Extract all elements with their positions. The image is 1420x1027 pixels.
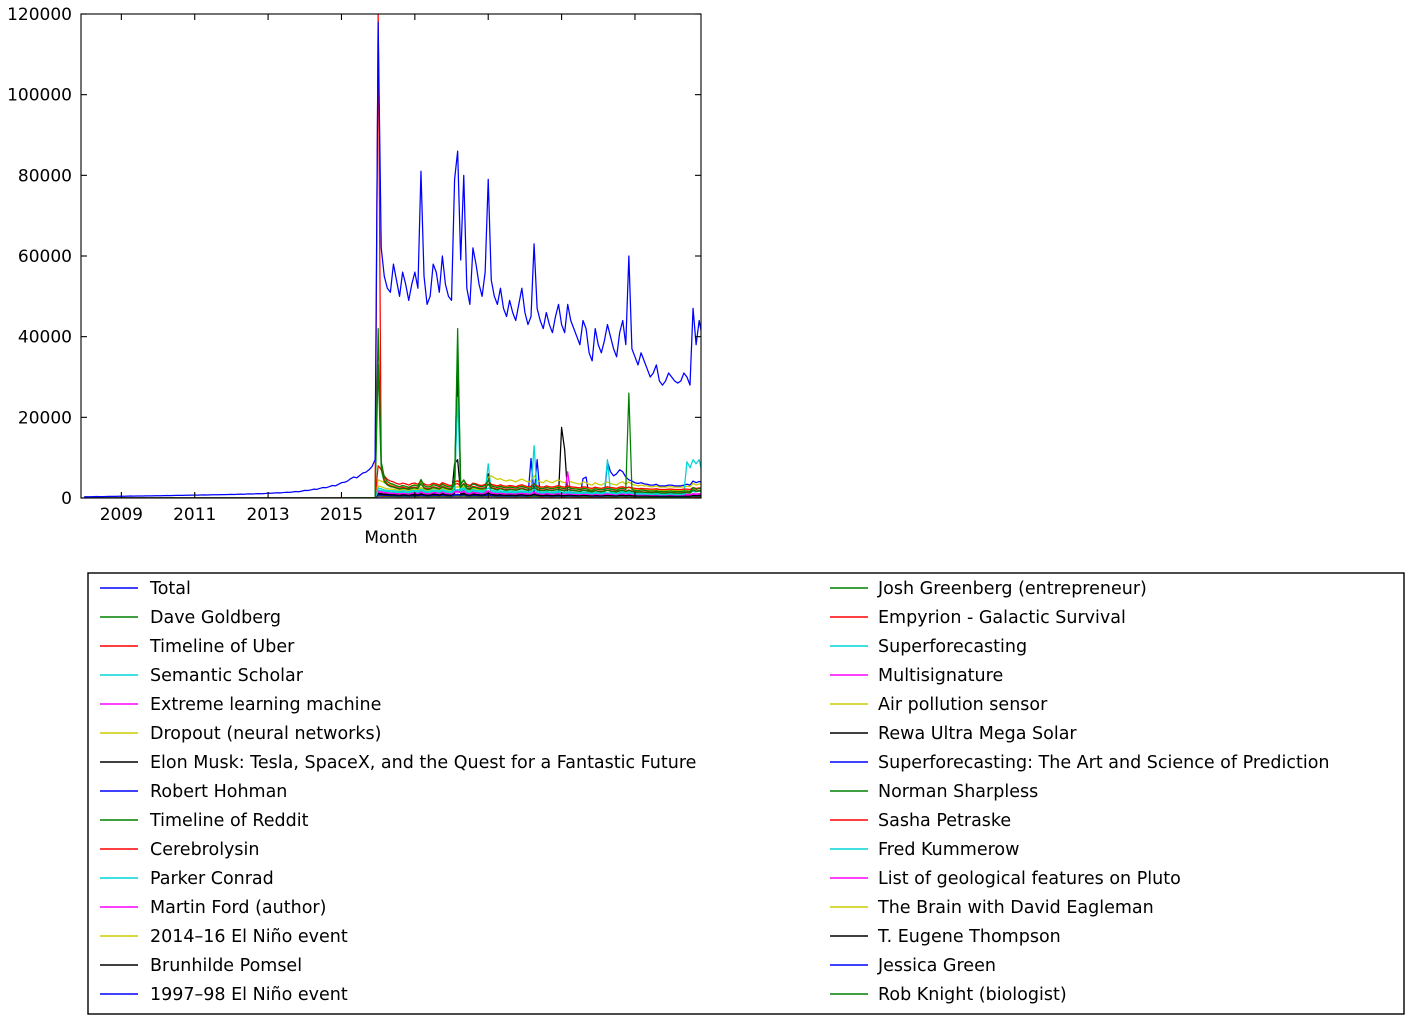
y-tick-label: 60000 [18,247,72,267]
legend-label: Brunhilde Pomsel [150,956,302,976]
y-tick-label: 100000 [7,86,72,106]
legend-label: Rewa Ultra Mega Solar [878,724,1077,744]
legend-label: Jessica Green [877,956,996,976]
legend-label: Martin Ford (author) [150,898,326,918]
x-tick-label: 2011 [173,505,216,525]
x-tick-label: 2023 [613,505,656,525]
legend-label: Norman Sharpless [878,782,1038,802]
legend-label: The Brain with David Eagleman [877,898,1154,918]
legend-label: Elon Musk: Tesla, SpaceX, and the Quest … [150,753,696,773]
y-tick-label: 40000 [18,328,72,348]
legend-label: Fred Kummerow [878,840,1019,860]
legend-label: Superforecasting [878,637,1027,657]
legend-label: Dropout (neural networks) [150,724,381,744]
legend-label: Parker Conrad [150,869,274,889]
legend-label: Rob Knight (biologist) [878,985,1067,1005]
legend-label: 2014–16 El Niño event [150,927,348,947]
figure-canvas: 0 20000 40000 60000 80000 100000 120000 2009 20… [0,0,1420,1027]
legend-label: Robert Hohman [150,782,287,802]
x-tick-label: 2015 [320,505,363,525]
x-tick-label: 2021 [540,505,583,525]
legend-label: Multisignature [878,666,1003,686]
legend-label: Semantic Scholar [150,666,304,686]
y-tick-label: 0 [61,489,72,509]
legend-label: Timeline of Reddit [149,811,309,831]
legend-label: Air pollution sensor [878,695,1048,715]
legend-label: List of geological features on Pluto [878,869,1181,889]
legend-label: Total [149,579,191,599]
y-tick-label: 80000 [18,166,72,186]
legend-label: Empyrion - Galactic Survival [878,608,1126,628]
x-tick-label: 2013 [246,505,289,525]
legend-label: Josh Greenberg (entrepreneur) [877,579,1147,599]
x-tick-label: 2019 [467,505,510,525]
legend-label: Timeline of Uber [149,637,295,657]
y-tick-label: 120000 [7,5,72,25]
legend-label: 1997–98 El Niño event [150,985,348,1005]
legend-label: Cerebrolysin [150,840,259,860]
x-axis-label: Month [364,528,417,548]
x-tick-label: 2017 [393,505,436,525]
legend-label: Extreme learning machine [150,695,381,715]
legend-label: Dave Goldberg [150,608,281,628]
legend-label: Sasha Petraske [878,811,1011,831]
legend-label: Superforecasting: The Art and Science of… [878,753,1330,773]
x-tick-label: 2009 [100,505,143,525]
legend-label: T. Eugene Thompson [877,927,1061,947]
y-tick-label: 20000 [18,408,72,428]
